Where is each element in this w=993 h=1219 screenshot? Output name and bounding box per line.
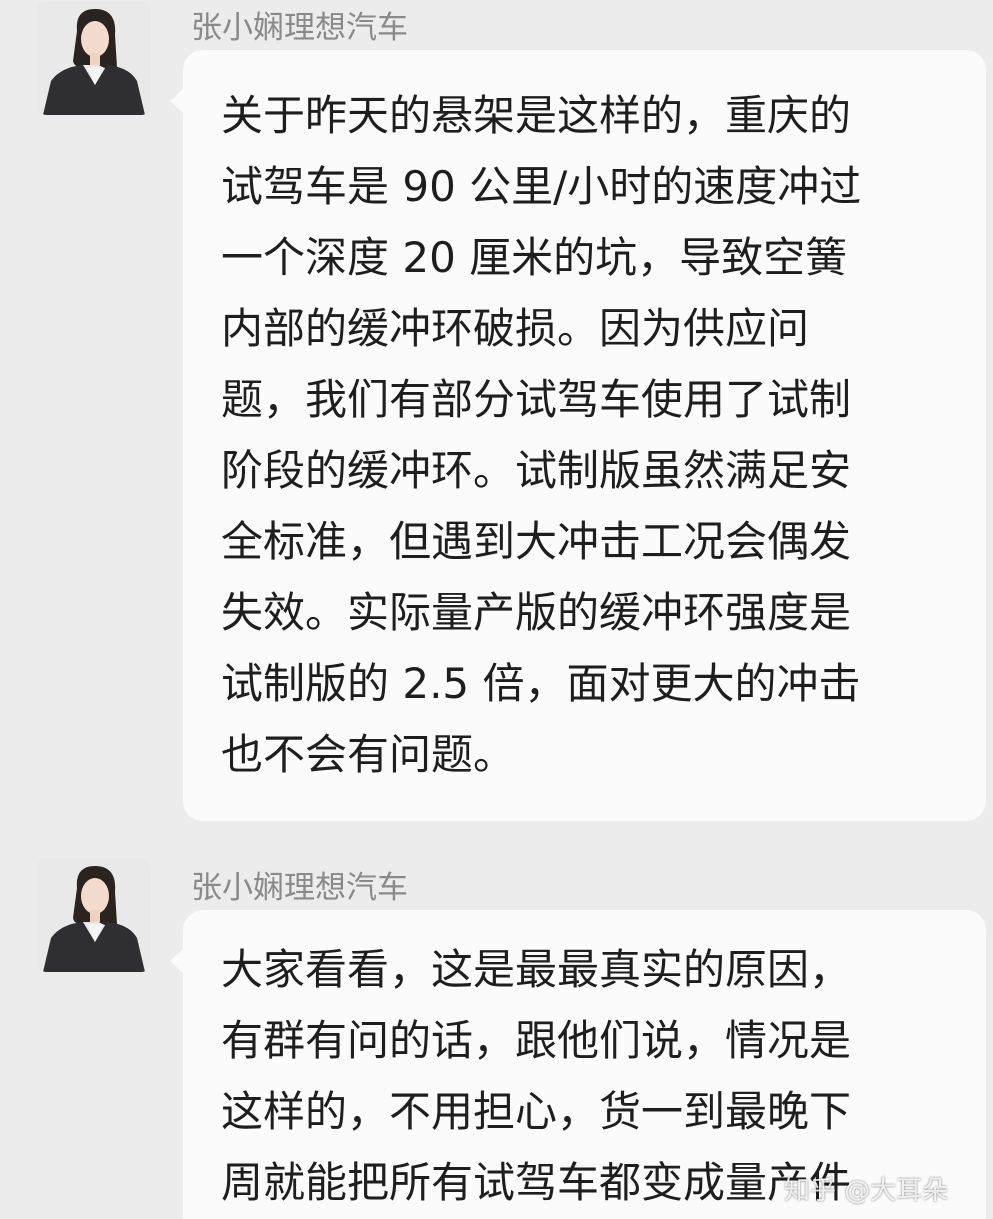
message-line: 大家看看，这是最最真实的原因， (221, 945, 852, 994)
message-line: 关于昨天的悬架是这样的，重庆的 (221, 91, 852, 140)
message-line: 阶段的缓冲环。试制版虽然满足安 (221, 446, 852, 495)
watermark: 知乎 @大耳朵 (784, 1176, 949, 1206)
message-line: 有群有问的话，跟他们说，情况是 (221, 1016, 852, 1065)
person-photo-icon (37, 1, 151, 115)
message-line: 试制版的 2.5 倍，面对更大的冲击 (221, 659, 861, 708)
message-line: 内部的缓冲环破损。因为供应问 (221, 304, 810, 353)
avatar[interactable] (37, 1, 151, 115)
message-line: 失效。实际量产版的缓冲环强度是 (221, 588, 852, 637)
message-line: 周就能把所有试驾车都变成量产件 (221, 1158, 852, 1207)
person-photo-icon (37, 858, 151, 972)
message-line: 试驾车是 90 公里/小时的速度冲过 (221, 162, 862, 211)
message-line: 全标准，但遇到大冲击工况会偶发 (221, 517, 852, 566)
sender-name: 张小娴理想汽车 (191, 870, 408, 906)
message-line: 题，我们有部分试驾车使用了试制 (221, 375, 852, 424)
message-line: 这样的，不用担心，货一到最晚下 (221, 1087, 852, 1136)
sender-name: 张小娴理想汽车 (191, 10, 408, 46)
avatar[interactable] (37, 858, 151, 972)
message-line: 一个深度 20 厘米的坑，导致空簧 (221, 233, 848, 282)
message-bubble[interactable]: 关于昨天的悬架是这样的，重庆的 试驾车是 90 公里/小时的速度冲过 一个深度 … (170, 50, 986, 821)
message-line: 也不会有问题。 (221, 730, 516, 779)
